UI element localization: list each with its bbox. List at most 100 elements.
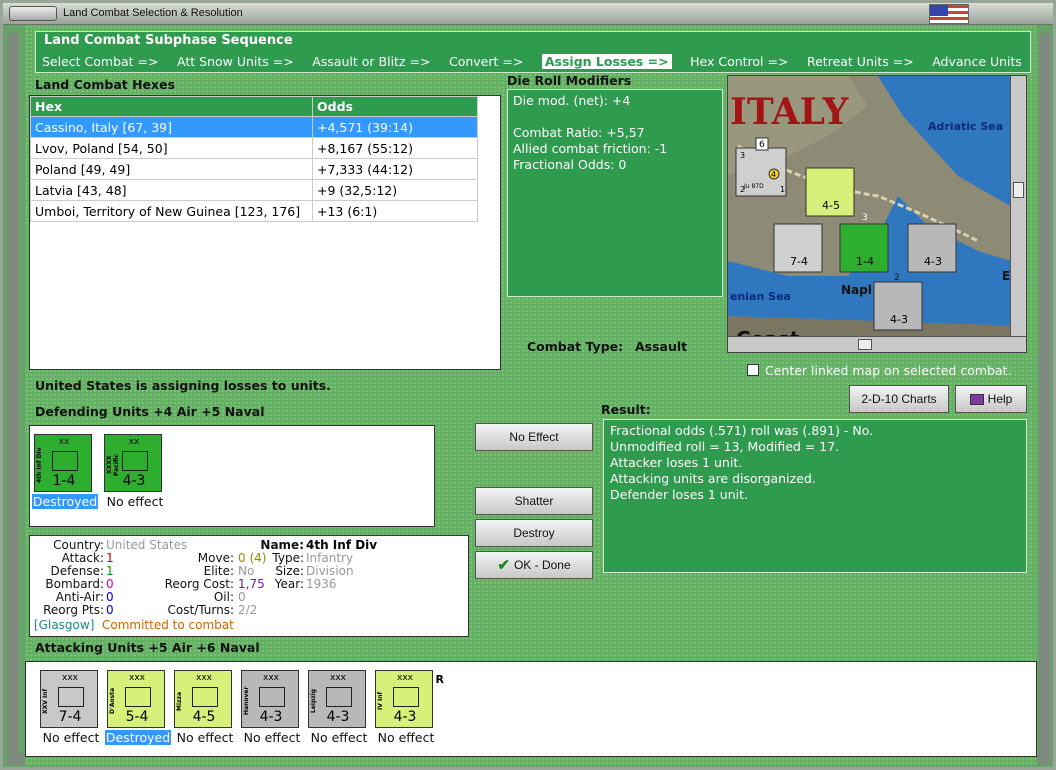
modifier-line	[513, 109, 717, 125]
attacking-heading: Attacking Units +5 Air +6 Naval	[35, 640, 260, 655]
unit-result-caption: No effect	[176, 730, 234, 745]
unit-size: xxx	[62, 673, 78, 683]
hex-cell: Latvia [43, 48]	[30, 179, 313, 201]
reserve-badge: R	[435, 673, 444, 686]
linked-map[interactable]: ITALY Adriatic Sea enian Sea Napl Coast …	[727, 75, 1027, 353]
result-heading: Result:	[601, 402, 651, 417]
ok-done-label: OK - Done	[513, 558, 571, 572]
unit-counter[interactable]: xxx Mizza 4-5	[174, 670, 232, 728]
committed-status: Committed to combat	[102, 618, 234, 632]
checkmark-icon: ✔	[497, 557, 510, 574]
result-line: Fractional odds (.571) roll was (.891) -…	[610, 423, 874, 438]
map-counter-5[interactable]: 4-3 2	[873, 273, 923, 331]
svg-text:1: 1	[780, 185, 785, 194]
hex-row[interactable]: Latvia [43, 48] +9 (32,5:12)	[30, 179, 478, 201]
svg-text:3: 3	[740, 151, 745, 160]
unit-result-caption: No effect	[377, 730, 435, 745]
unit-counter[interactable]: xxx Hanover 4-3	[241, 670, 299, 728]
ok-done-button[interactable]: ✔ OK - Done	[475, 551, 593, 579]
destroy-button[interactable]: Destroy	[475, 519, 593, 547]
hex-cell: Umboi, Territory of New Guinea [123, 176…	[30, 200, 313, 222]
map-edge-letter: E	[1002, 269, 1010, 283]
hex-cell: Cassino, Italy [67, 39]	[30, 116, 313, 138]
infantry-symbol-icon	[393, 687, 419, 707]
unit-size: xxx	[397, 673, 413, 683]
charts-button[interactable]: 2-D-10 Charts	[849, 385, 949, 413]
unit-result-caption: Destroyed	[105, 730, 171, 745]
window-menu-button[interactable]	[9, 6, 57, 21]
help-button[interactable]: Help	[955, 385, 1027, 413]
reorg-pts-value: 0	[106, 603, 114, 617]
infantry-symbol-icon	[259, 687, 285, 707]
svg-text:4: 4	[771, 170, 776, 179]
infantry-symbol-icon	[122, 451, 148, 471]
svg-text:Ju 87D: Ju 87D	[743, 183, 764, 190]
reorg-pts-label: Reorg Pts:	[43, 603, 104, 617]
country-value: United States	[106, 538, 188, 552]
cost-turns-label: Cost/Turns:	[167, 603, 234, 617]
unit-size: xx	[58, 437, 70, 447]
unit-strength: 4-5	[192, 709, 216, 725]
unit-strength: 4-3	[393, 709, 417, 725]
window-title: Land Combat Selection & Resolution	[63, 7, 243, 19]
hex-row[interactable]: Cassino, Italy [67, 39] +4,571 (39:14)	[30, 116, 478, 138]
svg-text:4-3: 4-3	[890, 313, 908, 326]
hex-cell: Poland [49, 49]	[30, 158, 313, 180]
map-counter-1[interactable]: 7-4	[773, 223, 823, 273]
hex-row[interactable]: Poland [49, 49] +7,333 (44:12)	[30, 158, 478, 180]
result-line: Attacker loses 1 unit.	[610, 455, 743, 470]
modifier-line: Combat Ratio: +5,57	[513, 125, 645, 140]
attacking-units-box: xxx XXV Inf 7-4 No effect xxx D'Aosta 5-4 Destr…	[25, 661, 1037, 757]
svg-text:3: 3	[862, 213, 868, 223]
map-counter-4[interactable]: 4-3	[907, 223, 957, 273]
center-map-checkbox[interactable]	[747, 364, 759, 376]
book-icon	[969, 393, 984, 405]
main-panel: Land Combat Subphase Sequence Select Com…	[25, 25, 1037, 765]
unit-result-caption: Destroyed	[32, 494, 98, 509]
modifiers-heading: Die Roll Modifiers	[507, 73, 632, 88]
combat-type-label: Combat Type:	[527, 339, 624, 354]
unit-counter[interactable]: xxx IV Inf 4-3 R	[375, 670, 444, 728]
modifier-line: Allied combat friction: -1	[513, 141, 668, 156]
map-horizontal-scrollbar[interactable]	[728, 336, 1026, 352]
unit-info-panel: Country: United States Attack: 1 Defense: 1…	[29, 535, 469, 637]
map-city-label: Napl	[841, 283, 872, 297]
no-effect-button[interactable]: No Effect	[475, 423, 593, 451]
modifier-line: Fractional Odds: 0	[513, 157, 627, 172]
svg-text:2: 2	[894, 273, 900, 283]
subphase-heading: Land Combat Subphase Sequence	[44, 33, 293, 48]
hexes-heading: Land Combat Hexes	[35, 77, 176, 92]
result-line: Attacking units are disorganized.	[610, 471, 816, 486]
unit-result-caption: No effect	[42, 730, 100, 745]
map-stack-air[interactable]: 32 1Ju 87D4	[735, 147, 787, 197]
combat-hexes-list[interactable]: Hex Odds Cassino, Italy [67, 39] +4,571 (3…	[29, 95, 501, 370]
column-odds[interactable]: Odds	[312, 96, 478, 117]
defending-units-box: xx 4th Inf Div 1-4 Destroyed xx XXXX Pacific 4…	[29, 425, 435, 527]
map-vertical-scrollbar[interactable]	[1010, 76, 1026, 338]
subphase-step-5: Assign Losses =>	[541, 54, 672, 69]
unit-counter[interactable]: xxx XXV Inf 7-4	[40, 670, 98, 728]
defending-heading: Defending Units +4 Air +5 Naval	[35, 404, 265, 419]
unit-counter[interactable]: xxx Leipzig 4-3	[308, 670, 366, 728]
hex-row[interactable]: Lvov, Poland [54, 50] +8,167 (55:12)	[30, 137, 478, 159]
infantry-symbol-icon	[52, 451, 78, 471]
result-panel: Fractional odds (.571) roll was (.891) -…	[603, 419, 1027, 573]
unit-size: xxx	[129, 673, 145, 683]
hex-row[interactable]: Umboi, Territory of New Guinea [123, 176…	[30, 200, 478, 222]
column-hex[interactable]: Hex	[30, 96, 313, 117]
result-line: Unmodified roll = 13, Modified = 17.	[610, 439, 840, 454]
map-counter-2[interactable]: 4-5	[805, 167, 855, 217]
hex-cell: Lvov, Poland [54, 50]	[30, 137, 313, 159]
unit-counter[interactable]: xx XXXX Pacific 4-3	[104, 434, 162, 492]
unit-counter[interactable]: xx 4th Inf Div 1-4	[34, 434, 92, 492]
unit-counter[interactable]: xxx D'Aosta 5-4	[107, 670, 165, 728]
shatter-button[interactable]: Shatter	[475, 487, 593, 515]
odds-cell: +4,571 (39:14)	[312, 116, 478, 138]
modifier-line: Die mod. (net): +4	[513, 93, 631, 108]
odds-cell: +13 (6:1)	[312, 200, 478, 222]
unit-strength: 4-3	[122, 473, 146, 489]
subphase-step-7: Retreat Units =>	[806, 54, 914, 69]
unit-strength: 4-3	[259, 709, 283, 725]
left-frame-rail	[7, 33, 19, 763]
unit-strength: 5-4	[125, 709, 149, 725]
